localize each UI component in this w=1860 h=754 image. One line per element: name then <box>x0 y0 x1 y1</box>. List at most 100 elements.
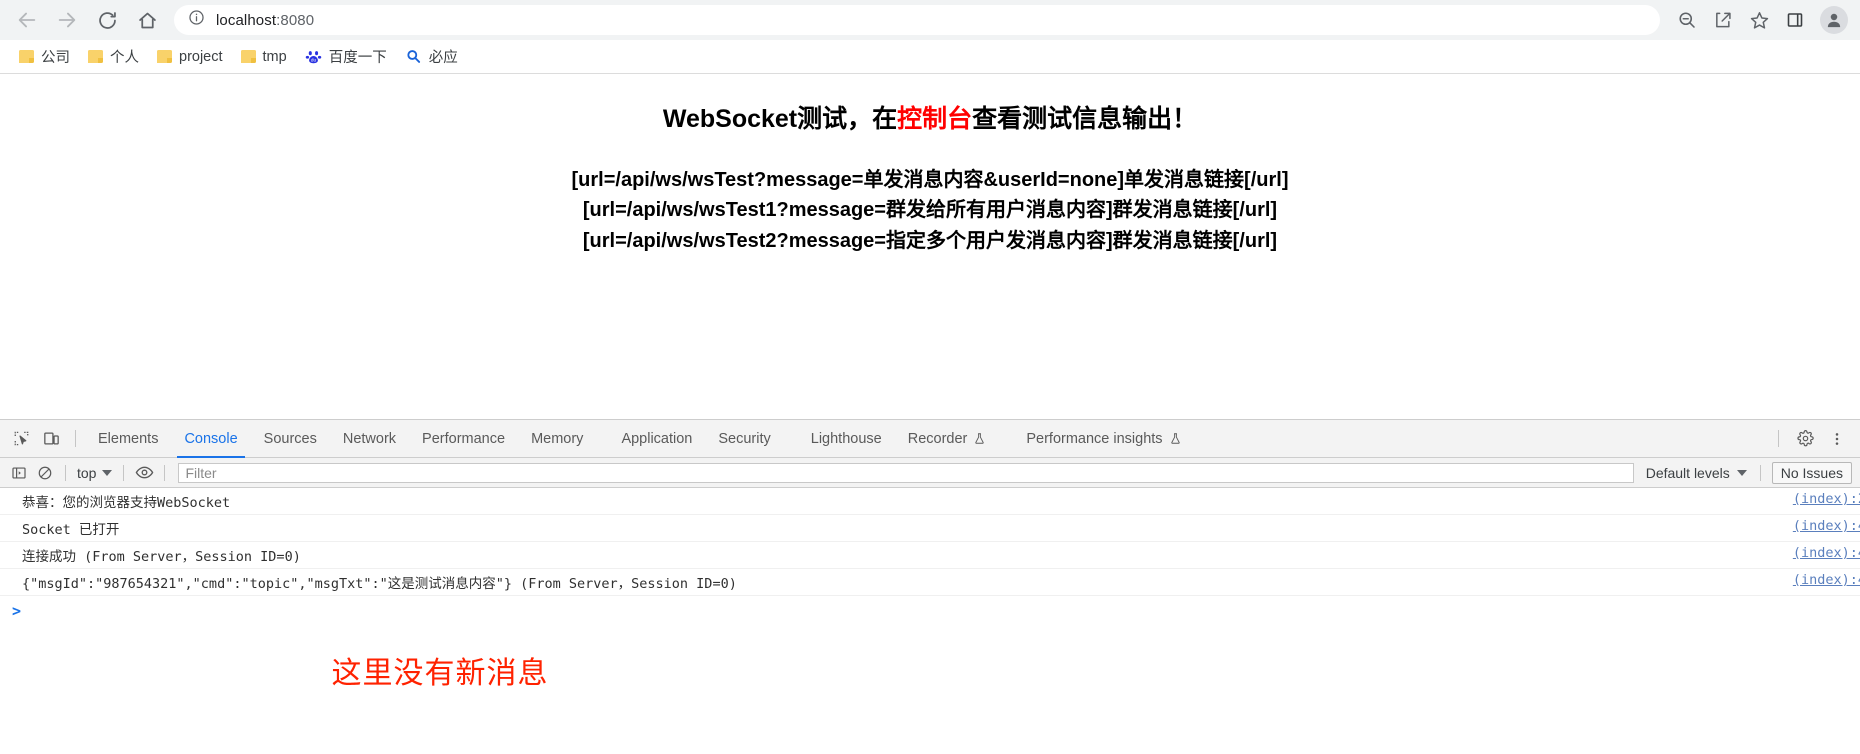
chevron-down-icon <box>1736 469 1747 476</box>
url-link-list: [url=/api/ws/wsTest?message=单发消息内容&userI… <box>0 165 1860 256</box>
bookmark-item-geren[interactable]: 个人 <box>79 44 148 70</box>
tab-recorder[interactable]: Recorder <box>895 420 1000 458</box>
tab-label: Recorder <box>907 430 968 447</box>
console-message-text: 连接成功 (From Server，Session ID=0) <box>22 549 301 565</box>
tab-application[interactable]: Application <box>608 420 705 458</box>
tab-performance-insights[interactable]: Performance insights <box>1013 420 1194 458</box>
console-message-row[interactable]: 恭喜：您的浏览器支持WebSocket (index):2 <box>0 488 1860 515</box>
tabbar-divider <box>75 430 76 447</box>
experiment-flask-icon <box>975 433 985 444</box>
console-message-text: {"msgId":"987654321","cmd":"topic","msgT… <box>22 576 737 592</box>
address-bar[interactable]: localhost:8080 <box>174 5 1660 35</box>
reload-icon <box>98 11 116 29</box>
home-button[interactable] <box>128 1 166 39</box>
folder-icon <box>19 50 34 63</box>
bookmark-label: tmp <box>262 48 287 65</box>
tab-label: Security <box>718 430 771 447</box>
settings-gear-icon[interactable] <box>1790 424 1820 454</box>
clear-console-icon[interactable] <box>32 461 58 485</box>
back-button[interactable] <box>8 1 46 39</box>
share-icon[interactable] <box>1706 3 1740 37</box>
console-message-list: 恭喜：您的浏览器支持WebSocket (index):2 Socket 已打开… <box>0 488 1860 754</box>
url-line-broadcast-all: [url=/api/ws/wsTest1?message=群发给所有用户消息内容… <box>582 199 1278 222</box>
tab-lighthouse[interactable]: Lighthouse <box>798 420 895 458</box>
bookmark-item-baidu[interactable]: du 百度一下 <box>296 44 396 70</box>
tab-label: Lighthouse <box>810 430 882 447</box>
devtools-tabbar: Elements Console Sources Network Perform… <box>0 420 1860 458</box>
console-toolbar: top Default levels No Issues <box>0 458 1860 488</box>
tab-network[interactable]: Network <box>330 420 409 458</box>
console-source-link[interactable]: (index):4 <box>1793 545 1860 561</box>
page-viewport: WebSocket测试，在控制台查看测试信息输出！ [url=/api/ws/w… <box>0 74 1860 419</box>
log-levels-selector[interactable]: Default levels <box>1640 465 1753 481</box>
url-host: localhost <box>216 11 277 29</box>
console-source-link[interactable]: (index):2 <box>1793 491 1860 507</box>
bookmark-item-project[interactable]: project <box>148 44 232 70</box>
bookmark-label: project <box>179 48 223 65</box>
browser-toolbar-actions <box>1670 3 1852 37</box>
baidu-paw-icon: du <box>305 49 322 65</box>
bookmark-star-icon[interactable] <box>1742 3 1776 37</box>
forward-button[interactable] <box>48 1 86 39</box>
tab-label: Console <box>184 430 238 447</box>
inspect-element-icon[interactable] <box>6 424 36 454</box>
console-toolbar-divider <box>1759 464 1761 481</box>
tab-label: Performance <box>422 430 506 447</box>
page-title-part2: 查看测试信息输出！ <box>972 105 1198 133</box>
back-arrow-icon <box>18 12 36 28</box>
tab-performance[interactable]: Performance <box>409 420 518 458</box>
reload-button[interactable] <box>88 1 126 39</box>
tab-sources[interactable]: Sources <box>251 420 330 458</box>
profile-avatar[interactable] <box>1820 6 1848 34</box>
chevron-down-icon <box>102 469 113 476</box>
tab-memory[interactable]: Memory <box>518 420 596 458</box>
live-expression-eye-icon[interactable] <box>131 461 157 485</box>
page-title: WebSocket测试，在控制台查看测试信息输出！ <box>0 102 1860 137</box>
tab-elements[interactable]: Elements <box>85 420 171 458</box>
tab-console[interactable]: Console <box>171 420 250 458</box>
console-message-row[interactable]: {"msgId":"987654321","cmd":"topic","msgT… <box>0 569 1860 596</box>
issues-button[interactable]: No Issues <box>1771 461 1852 484</box>
tab-label: Application <box>621 430 693 447</box>
prompt-caret-icon: > <box>12 602 22 620</box>
console-filter-input[interactable] <box>178 462 1634 483</box>
home-icon <box>138 12 156 28</box>
devtools-panel: Elements Console Sources Network Perform… <box>0 419 1860 754</box>
log-levels-value: Default levels <box>1645 464 1730 481</box>
execution-context-selector[interactable]: top <box>73 465 116 481</box>
console-toolbar-divider <box>123 464 125 481</box>
browser-toolbar: localhost:8080 <box>0 0 1860 40</box>
annotation-no-new-messages: 这里没有新消息 <box>331 657 549 690</box>
console-message-row[interactable]: Socket 已打开 (index):4 <box>0 515 1860 542</box>
url-port: :8080 <box>276 11 315 29</box>
console-message-text: Socket 已打开 <box>22 522 120 538</box>
console-toolbar-divider <box>65 464 66 481</box>
devtools-tabbar-actions <box>1769 424 1860 454</box>
console-prompt[interactable]: > <box>0 596 1860 626</box>
console-source-link[interactable]: (index):4 <box>1793 572 1860 588</box>
console-source-link[interactable]: (index):4 <box>1793 518 1860 534</box>
forward-arrow-icon <box>58 12 76 28</box>
bookmark-label: 必应 <box>428 50 458 66</box>
console-sidebar-toggle-icon[interactable] <box>6 461 32 485</box>
bookmark-item-gongsi[interactable]: 公司 <box>10 44 79 70</box>
zoom-out-icon[interactable] <box>1670 3 1704 37</box>
side-panel-icon[interactable] <box>1778 3 1812 37</box>
page-title-part1: WebSocket测试，在 <box>662 105 898 133</box>
more-options-icon[interactable] <box>1822 424 1852 454</box>
console-message-row[interactable]: 连接成功 (From Server，Session ID=0) (index):… <box>0 542 1860 569</box>
folder-icon <box>240 50 256 63</box>
url-line-single-send: [url=/api/ws/wsTest?message=单发消息内容&userI… <box>571 169 1289 191</box>
svg-text:du: du <box>311 57 317 62</box>
site-info-icon[interactable] <box>188 9 205 31</box>
tab-label: Network <box>342 430 397 447</box>
device-toolbar-icon[interactable] <box>36 424 66 454</box>
execution-context-value: top <box>77 464 97 481</box>
tab-label: Memory <box>531 430 584 447</box>
bookmark-item-bing[interactable]: 必应 <box>396 44 467 70</box>
bookmark-label: 百度一下 <box>328 50 387 66</box>
tab-security[interactable]: Security <box>705 420 783 458</box>
folder-icon <box>88 50 103 63</box>
bookmark-item-tmp[interactable]: tmp <box>232 44 296 70</box>
folder-icon <box>157 50 172 63</box>
